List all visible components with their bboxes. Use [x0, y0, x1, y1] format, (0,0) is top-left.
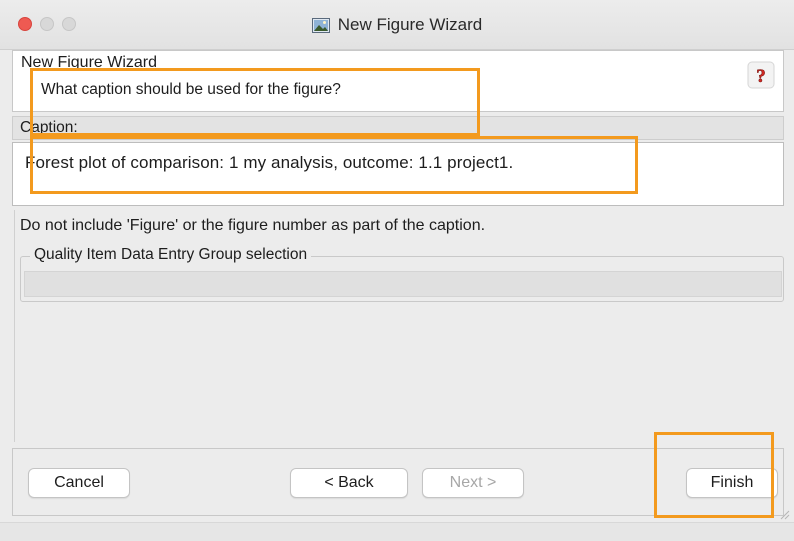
- window-title-area: New Figure Wizard: [0, 0, 794, 50]
- caption-highlight-box: [30, 136, 638, 194]
- help-icon[interactable]: ?: [747, 61, 775, 89]
- status-strip: [0, 522, 794, 541]
- window-image-icon: [311, 17, 330, 33]
- finish-highlight-box: [654, 432, 774, 518]
- window-title: New Figure Wizard: [337, 15, 483, 34]
- resize-grip-icon[interactable]: [778, 507, 790, 520]
- question-highlight-box: [30, 68, 480, 136]
- back-button[interactable]: < Back: [290, 468, 408, 498]
- cancel-button[interactable]: Cancel: [28, 468, 130, 498]
- svg-text:?: ?: [756, 66, 766, 87]
- next-button: Next >: [422, 468, 524, 498]
- title-bar: New Figure Wizard: [0, 0, 794, 50]
- quality-item-group-title: Quality Item Data Entry Group selection: [30, 246, 312, 264]
- quality-item-group-selection[interactable]: [24, 271, 782, 297]
- caption-hint: Do not include 'Figure' or the figure nu…: [20, 217, 486, 234]
- left-divider: [14, 210, 15, 442]
